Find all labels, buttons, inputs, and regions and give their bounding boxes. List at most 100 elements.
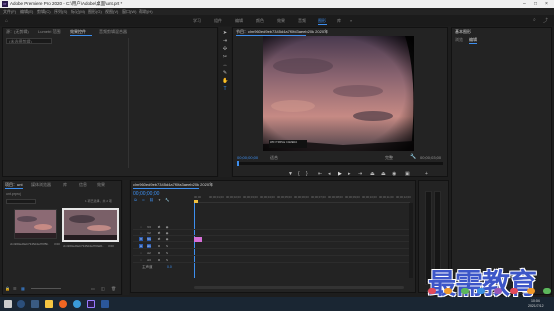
- browser-icon[interactable]: [59, 300, 67, 308]
- tab-media-browser[interactable]: 媒体浏览器: [31, 182, 51, 188]
- project-search-input[interactable]: [6, 199, 36, 204]
- new-item-icon[interactable]: ◫: [101, 286, 105, 291]
- track-label[interactable]: V3: [147, 225, 151, 229]
- track-lock-icon[interactable]: ▫: [139, 231, 143, 235]
- track-label[interactable]: V2: [147, 231, 151, 235]
- zoom-slider[interactable]: [31, 288, 61, 289]
- search-taskbar-icon[interactable]: [17, 300, 25, 308]
- master-volume[interactable]: 0.0: [167, 265, 172, 269]
- tab-info[interactable]: 信息: [79, 182, 87, 188]
- quality-dropdown[interactable]: 完整: [385, 155, 393, 161]
- mark-in-icon[interactable]: {: [298, 171, 300, 177]
- tab-browse[interactable]: 浏览: [455, 37, 463, 43]
- workspace-effects[interactable]: 效果: [277, 18, 285, 24]
- maximize-icon[interactable]: □: [534, 1, 537, 7]
- word-icon[interactable]: [101, 300, 109, 308]
- track-label[interactable]: A2: [147, 251, 151, 255]
- mute-icon[interactable]: M: [157, 258, 161, 262]
- sync-lock-icon[interactable]: ⇄: [157, 231, 161, 235]
- workspace-editing[interactable]: 编辑: [235, 18, 243, 24]
- pen-tool-icon[interactable]: ✎: [222, 70, 228, 76]
- tab-effects[interactable]: 效果: [97, 182, 105, 188]
- windows-start-icon[interactable]: [4, 300, 12, 308]
- more-workspaces-icon[interactable]: »: [350, 18, 352, 23]
- snap-icon[interactable]: ⊂: [141, 198, 146, 203]
- button-editor-icon[interactable]: +: [425, 171, 428, 177]
- extract-icon[interactable]: ⏏: [381, 171, 386, 177]
- home-icon[interactable]: ⌂: [5, 18, 8, 24]
- step-forward-icon[interactable]: ▸: [348, 171, 351, 177]
- lift-icon[interactable]: ⏏: [370, 171, 375, 177]
- play-icon[interactable]: ▶: [338, 171, 342, 177]
- playhead-marker[interactable]: [237, 161, 239, 166]
- toggle-output-icon[interactable]: ◉: [165, 225, 169, 229]
- time-ruler[interactable]: 00;00 00;00;01;00 00;00;02;00 00;00;03;0…: [194, 195, 411, 203]
- lock-icon[interactable]: 🔒: [5, 286, 10, 291]
- premiere-taskbar-icon[interactable]: [87, 300, 95, 308]
- timeline-horizontal-scrollbar[interactable]: [194, 286, 404, 289]
- ripple-edit-tool-icon[interactable]: ✣: [222, 46, 228, 52]
- solo-icon[interactable]: S: [165, 244, 169, 248]
- track-lock-icon[interactable]: ▫: [139, 225, 143, 229]
- task-view-icon[interactable]: [31, 300, 39, 308]
- track-select-tool-icon[interactable]: ⇥: [222, 38, 228, 44]
- tab-lumetri-scopes[interactable]: Lumetri 范围: [38, 29, 60, 35]
- trash-icon[interactable]: 🗑: [111, 286, 116, 291]
- mute-icon[interactable]: M: [157, 251, 161, 255]
- go-to-out-icon[interactable]: ⇥: [358, 171, 362, 177]
- add-marker-tl-icon[interactable]: ▾: [157, 198, 162, 203]
- step-back-icon[interactable]: ◂: [328, 171, 331, 177]
- clip-select-dropdown[interactable]: (未选择剪辑): [6, 38, 52, 44]
- toggle-output-icon[interactable]: ◉: [165, 237, 169, 241]
- track-label[interactable]: A3: [147, 258, 151, 262]
- video-clip[interactable]: [194, 237, 202, 242]
- track-lock-icon[interactable]: ▫: [139, 258, 143, 262]
- project-clip-thumbnail[interactable]: [14, 209, 57, 239]
- solo-icon[interactable]: S: [165, 251, 169, 255]
- linked-selection-icon[interactable]: ⛓: [149, 198, 154, 203]
- timeline-timecode[interactable]: 00;00;00;00: [133, 191, 159, 197]
- close-icon[interactable]: ×: [545, 1, 548, 7]
- source-patch-v1[interactable]: V: [139, 237, 143, 241]
- solo-icon[interactable]: S: [165, 258, 169, 262]
- settings-wrench-icon[interactable]: 🔧: [410, 154, 416, 160]
- share-icon[interactable]: ⤴: [543, 17, 548, 24]
- tab-libraries[interactable]: 库: [63, 182, 67, 188]
- search-icon[interactable]: ⌕: [533, 17, 536, 23]
- list-view-icon[interactable]: ☰: [13, 286, 17, 291]
- compare-view-icon[interactable]: ▣: [405, 171, 410, 177]
- workspace-color[interactable]: 颜色: [256, 18, 264, 24]
- workspace-learn[interactable]: 学习: [193, 18, 201, 24]
- workspace-audio[interactable]: 音频: [298, 18, 306, 24]
- icon-view-icon[interactable]: ▦: [21, 286, 25, 291]
- workspace-assembly[interactable]: 组件: [214, 18, 222, 24]
- file-explorer-icon[interactable]: [45, 300, 53, 308]
- sync-lock-icon[interactable]: ⇄: [157, 225, 161, 229]
- mark-out-icon[interactable]: }: [306, 171, 308, 177]
- program-scrub-bar[interactable]: [237, 161, 443, 166]
- timeline-settings-icon[interactable]: 🔧: [165, 198, 170, 203]
- source-patch-a1[interactable]: A: [139, 244, 143, 248]
- track-label[interactable]: V1: [147, 237, 151, 241]
- type-tool-icon[interactable]: T: [222, 86, 228, 92]
- razor-tool-icon[interactable]: ✂: [222, 54, 228, 60]
- program-timecode[interactable]: 00;00;00;00: [237, 155, 258, 160]
- tab-source[interactable]: 源：(无剪辑): [6, 29, 29, 35]
- selection-tool-icon[interactable]: ➤: [222, 30, 228, 36]
- mute-icon[interactable]: M: [157, 244, 161, 248]
- minimize-icon[interactable]: –: [523, 1, 526, 7]
- fit-dropdown[interactable]: 适合: [270, 155, 278, 161]
- insert-sequence-icon[interactable]: ⧉: [133, 198, 138, 203]
- add-marker-icon[interactable]: ▼: [288, 171, 293, 177]
- new-bin-icon[interactable]: ▭: [91, 286, 95, 291]
- hand-tool-icon[interactable]: ✋: [222, 78, 228, 84]
- timeline-vertical-scrollbar[interactable]: [409, 203, 413, 278]
- track-lock-icon[interactable]: ▫: [139, 251, 143, 255]
- export-frame-icon[interactable]: ◉: [392, 171, 396, 177]
- sync-lock-icon[interactable]: ⇄: [157, 237, 161, 241]
- chrome-icon[interactable]: [73, 300, 81, 308]
- tab-audio-clip-mixer[interactable]: 音频剪辑混合器: [99, 29, 127, 35]
- toggle-output-icon[interactable]: ◉: [165, 231, 169, 235]
- project-sequence-thumbnail[interactable]: [62, 208, 119, 242]
- slip-tool-icon[interactable]: ↔: [222, 62, 228, 68]
